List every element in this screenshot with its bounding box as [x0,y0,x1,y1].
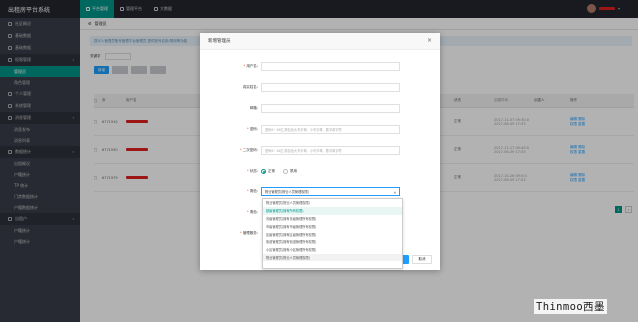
status-disabled-radio[interactable]: 禁用 [283,169,297,174]
role-select[interactable]: 物业管理员(物业人员管理权限) ▲ [261,187,400,196]
role-option[interactable]: 物业管理员(物业人员管理权限) [263,253,402,262]
password-confirm-input[interactable]: 密码6~16位,需包含大写字母、小写字母、数字和字符 [261,146,400,155]
chevron-up-icon: ▲ [393,190,396,194]
realname-input[interactable] [261,83,400,92]
role-option[interactable]: 超级管理员(拥有所有权限) [263,206,402,215]
role-option[interactable]: 物业管理员(物业人员管理权限) [263,199,402,207]
dialog-title: 新增管理员 [208,39,231,44]
role-option[interactable]: 小区管理员(拥有小区管理所有权限) [263,246,402,254]
password-confirm-row: * 二次密码: 密码6~16位,需包含大写字母、小写字母、数字和字符 [200,145,440,156]
status-normal-radio[interactable]: 正常 [261,169,275,174]
username-input[interactable] [261,62,400,71]
email-row: 邮箱: [200,103,440,114]
cancel-button[interactable]: 取消 [412,255,432,264]
add-admin-dialog: 新增管理员 × * 用户名: 真实姓名: 邮箱: * 密码: 密码6~16位,需… [200,33,440,270]
status-row: * 状态: 正常 禁用 [246,169,297,174]
watermark: Thinmoo西墨 [534,299,607,314]
close-icon[interactable]: × [427,38,432,44]
role-option[interactable]: 街道管理员(拥有街道管理所有权限) [263,238,402,246]
username-row: * 用户名: [200,61,440,72]
password-row: * 密码: 密码6~16位,需包含大写字母、小写字母、数字和字符 [200,124,440,135]
role-option[interactable]: 市级管理员(拥有市级管理所有权限) [263,222,402,230]
role-row: * 角色: 物业管理员(物业人员管理权限) ▲ [200,186,440,197]
status-radio-group: 正常 禁用 [261,169,297,174]
role-dropdown: 物业管理员(物业人员管理权限) 超级管理员(拥有所有权限) 省级管理员(拥有省级… [262,198,403,269]
email-input[interactable] [261,104,400,113]
role-option[interactable]: 区级管理员(拥有区级管理所有权限) [263,230,402,238]
password-input[interactable]: 密码6~16位,需包含大写字母、小写字母、数字和字符 [261,125,400,134]
dialog-header: 新增管理员 × [200,33,440,50]
realname-row: 真实姓名: [200,82,440,93]
role-option[interactable]: 省级管理员(拥有省级管理所有权限) [263,215,402,223]
